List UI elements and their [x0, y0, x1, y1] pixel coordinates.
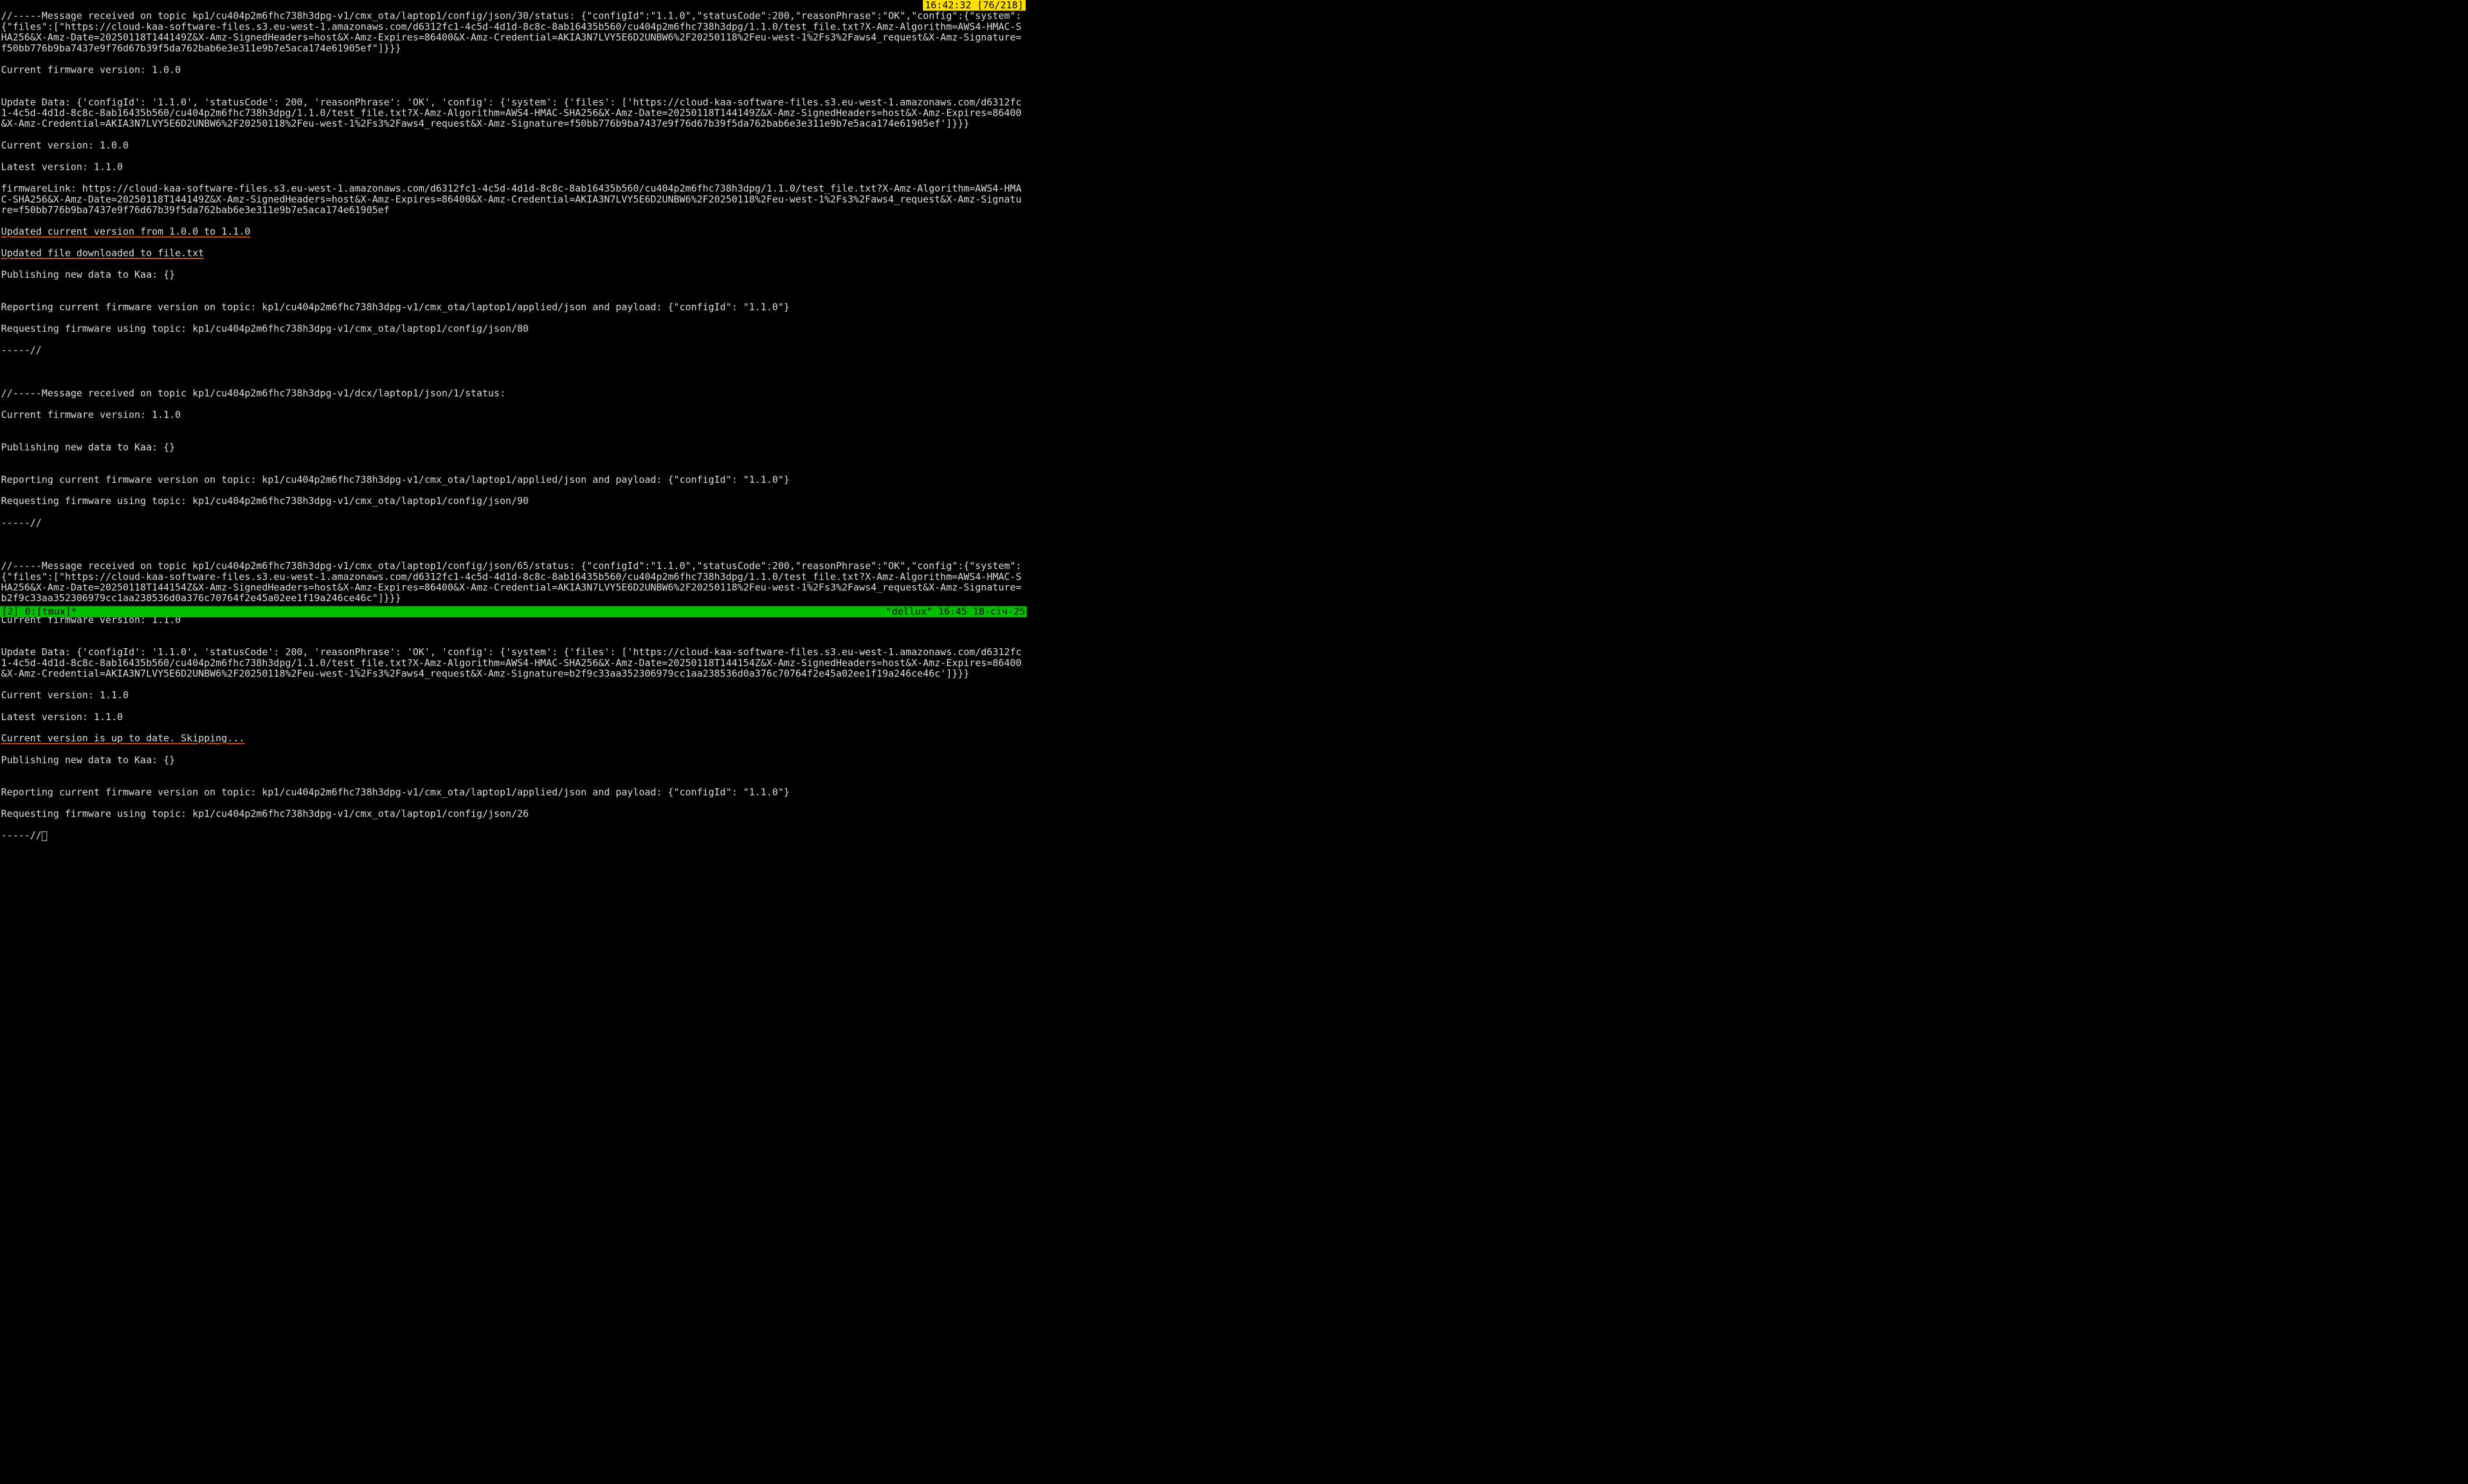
log-line: -----//	[1, 345, 1026, 356]
log-line: //-----Message received on topic kp1/cu4…	[1, 11, 1026, 54]
log-line: Update Data: {'configId': '1.1.0', 'stat…	[1, 97, 1026, 129]
log-line: Requesting firmware using topic: kp1/cu4…	[1, 496, 1026, 507]
terminal-screen: 16:42:32 [76/218] //-----Message receive…	[0, 0, 1027, 617]
log-line: Publishing new data to Kaa: {}	[1, 755, 1026, 766]
log-line: Reporting current firmware version on to…	[1, 475, 1026, 485]
log-line: Requesting firmware using topic: kp1/cu4…	[1, 323, 1026, 334]
log-line: Publishing new data to Kaa: {}	[1, 442, 1026, 453]
tmux-session-info: [2] 0:[tmux]*	[1, 606, 77, 617]
terminal-output[interactable]: //-----Message received on topic kp1/cu4…	[0, 0, 1027, 617]
terminal-cursor	[42, 831, 47, 841]
log-line: Current firmware version: 1.1.0	[1, 410, 1026, 421]
highlighted-log-line: Updated file downloaded to file.txt	[1, 248, 1026, 259]
log-line: Latest version: 1.1.0	[1, 712, 1026, 723]
highlighted-log-line: Updated current version from 1.0.0 to 1.…	[1, 226, 1026, 237]
log-line: Current version: 1.1.0	[1, 690, 1026, 701]
log-line: Latest version: 1.1.0	[1, 162, 1026, 173]
log-line: Current firmware version: 1.0.0	[1, 65, 1026, 76]
log-line: //-----Message received on topic kp1/cu4…	[1, 561, 1026, 604]
log-line: firmwareLink: https://cloud-kaa-software…	[1, 183, 1026, 215]
log-line: Reporting current firmware version on to…	[1, 302, 1026, 313]
log-line: Current version: 1.0.0	[1, 140, 1026, 151]
log-line: Requesting firmware using topic: kp1/cu4…	[1, 809, 1026, 820]
log-line: Update Data: {'configId': '1.1.0', 'stat…	[1, 647, 1026, 679]
log-line: -----//	[1, 830, 1026, 841]
tmux-status-bar: [2] 0:[tmux]* "dellux" 16:45 18-січ-25	[0, 606, 1027, 617]
tmux-host-clock: "dellux" 16:45 18-січ-25	[886, 606, 1025, 617]
highlighted-log-line: Current version is up to date. Skipping.…	[1, 733, 1026, 744]
log-line: Reporting current firmware version on to…	[1, 787, 1026, 798]
log-line: //-----Message received on topic kp1/cu4…	[1, 388, 1026, 399]
log-line: Publishing new data to Kaa: {}	[1, 269, 1026, 280]
log-line: -----//	[1, 518, 1026, 529]
